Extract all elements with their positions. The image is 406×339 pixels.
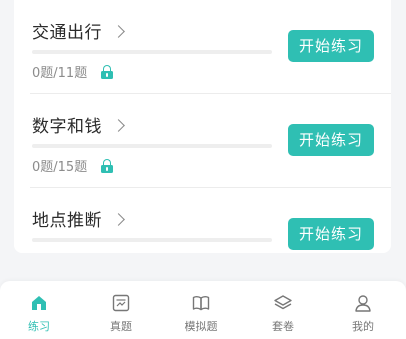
- lesson-title[interactable]: 交通出行: [32, 18, 125, 43]
- lesson-title-text: 地点推断: [32, 211, 102, 231]
- lesson-title[interactable]: 地点推断: [32, 206, 125, 231]
- tab-label: 套卷: [272, 320, 294, 333]
- tab-label: 练习: [28, 320, 50, 333]
- lock-icon: [101, 158, 114, 173]
- tab-past-exams[interactable]: 真题: [88, 281, 154, 339]
- chevron-right-icon: [112, 24, 125, 38]
- layers-icon: [274, 295, 292, 310]
- tab-mock-questions[interactable]: 模拟题: [168, 281, 234, 339]
- progress-meta: 0题/11题: [32, 62, 114, 81]
- progress-bar: [32, 144, 272, 148]
- lesson-title-text: 数字和钱: [32, 117, 102, 137]
- tab-profile[interactable]: 我的: [330, 281, 396, 339]
- progress-bar: [32, 50, 272, 54]
- start-practice-button[interactable]: 开始练习: [288, 124, 374, 156]
- progress-count: 0题/11题: [32, 66, 88, 81]
- start-practice-button[interactable]: 开始练习: [288, 218, 374, 250]
- chevron-right-icon: [112, 212, 125, 226]
- lock-icon: [101, 64, 114, 79]
- open-book-icon: [192, 296, 210, 311]
- progress-meta: 0题/15题: [32, 156, 114, 175]
- lesson-title[interactable]: 数字和钱: [32, 112, 125, 137]
- exam-paper-icon: [112, 294, 130, 312]
- lesson-list-card: 交通出行 0题/11题 开始练习 数字和钱 0题/15题 开始练习 地点推断 开…: [14, 0, 391, 253]
- tab-label: 真题: [110, 320, 132, 333]
- lesson-row-1[interactable]: 交通出行 0题/11题 开始练习: [14, 0, 391, 94]
- tab-practice[interactable]: 练习: [6, 281, 72, 339]
- bottom-tab-bar: 练习 真题 模拟题 套卷 我的: [0, 281, 406, 339]
- tab-label: 模拟题: [184, 320, 218, 333]
- tab-label: 我的: [352, 320, 374, 333]
- lesson-title-text: 交通出行: [32, 23, 102, 43]
- progress-count: 0题/15题: [32, 160, 88, 175]
- tab-test-sets[interactable]: 套卷: [250, 281, 316, 339]
- chevron-right-icon: [112, 118, 125, 132]
- practice-screen: 交通出行 0题/11题 开始练习 数字和钱 0题/15题 开始练习 地点推断 开…: [0, 0, 406, 339]
- lesson-row-3[interactable]: 地点推断 开始练习: [14, 188, 391, 253]
- start-practice-button[interactable]: 开始练习: [288, 30, 374, 62]
- progress-bar: [32, 238, 272, 242]
- lesson-row-2[interactable]: 数字和钱 0题/15题 开始练习: [14, 94, 391, 188]
- home-icon: [32, 296, 46, 310]
- person-icon: [355, 295, 371, 312]
